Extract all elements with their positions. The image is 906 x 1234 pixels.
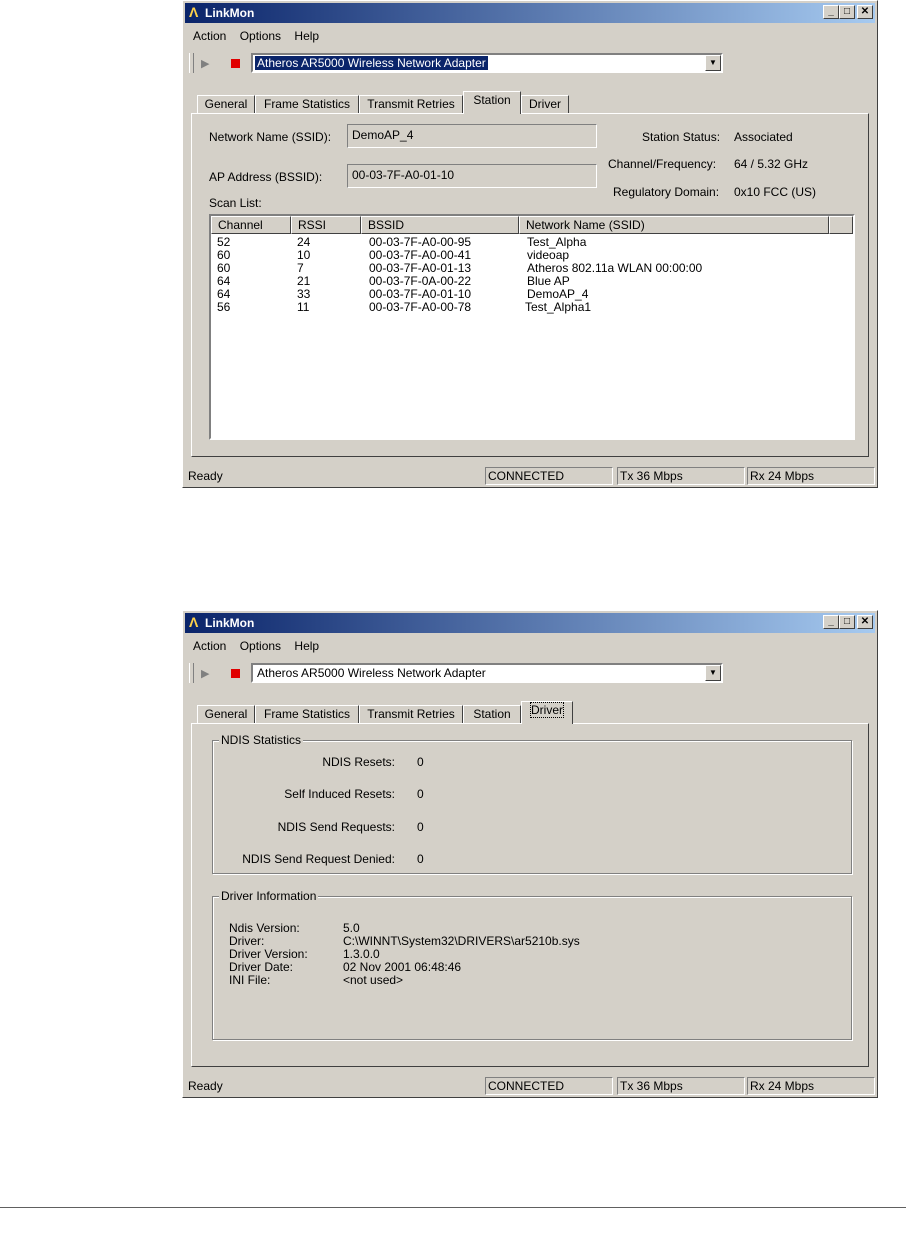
ndis-statistics-group: NDIS Statistics NDIS Resets: 0 Self Indu… xyxy=(212,733,852,874)
driver-label: Driver: xyxy=(229,934,265,948)
app-logo-icon: Λ xyxy=(189,4,199,20)
ndis-version-label: Ndis Version: xyxy=(229,921,300,935)
adapter-select[interactable]: Atheros AR5000 Wireless Network Adapter … xyxy=(251,53,723,73)
page-divider xyxy=(0,1207,906,1208)
chevron-down-icon[interactable]: ▼ xyxy=(705,55,721,71)
minimize-button[interactable]: _ xyxy=(823,5,839,19)
ini-file-value: <not used> xyxy=(343,973,404,987)
tab-general[interactable]: General xyxy=(197,95,255,113)
driver-value: C:\WINNT\System32\DRIVERS\ar5210b.sys xyxy=(343,934,580,948)
scan-list-label: Scan List: xyxy=(209,196,262,210)
start-button[interactable]: ▶ xyxy=(201,57,209,70)
linkmon-window-driver: Λ LinkMon _ □ ✕ Action Options Help ▶ Athe… xyxy=(182,610,878,1098)
tx-rate: Tx 36 Mbps xyxy=(617,1077,745,1095)
status-bar: Ready CONNECTED Tx 36 Mbps Rx 24 Mbps xyxy=(185,465,875,485)
station-panel: Network Name (SSID): DemoAP_4 AP Address… xyxy=(191,113,869,457)
ndis-send-requests-label: NDIS Send Requests: xyxy=(277,820,395,834)
ssid-field: DemoAP_4 xyxy=(347,124,597,148)
connection-status: CONNECTED xyxy=(485,1077,613,1095)
rx-rate: Rx 24 Mbps xyxy=(747,467,875,485)
adapter-select-value: Atheros AR5000 Wireless Network Adapter xyxy=(255,56,488,70)
window-title: LinkMon xyxy=(205,6,255,20)
menu-help[interactable]: Help xyxy=(294,29,319,43)
column-header-network-name[interactable]: Network Name (SSID) xyxy=(519,216,829,234)
bssid-label: AP Address (BSSID): xyxy=(209,170,323,184)
menu-options[interactable]: Options xyxy=(240,639,281,653)
rx-rate: Rx 24 Mbps xyxy=(747,1077,875,1095)
driver-panel: NDIS Statistics NDIS Resets: 0 Self Indu… xyxy=(191,723,869,1067)
window-title: LinkMon xyxy=(205,616,255,630)
toolbar-grip[interactable] xyxy=(189,53,194,73)
driver-date-value: 02 Nov 2001 06:48:46 xyxy=(343,960,462,974)
tab-frame-statistics[interactable]: Frame Statistics xyxy=(255,705,359,723)
status-text: Ready xyxy=(188,469,223,483)
close-button[interactable]: ✕ xyxy=(857,615,873,629)
regulatory-domain-label: Regulatory Domain: xyxy=(613,185,720,199)
menu-options[interactable]: Options xyxy=(240,29,281,43)
status-bar: Ready CONNECTED Tx 36 Mbps Rx 24 Mbps xyxy=(185,1075,875,1095)
tab-transmit-retries[interactable]: Transmit Retries xyxy=(359,705,463,723)
driver-version-label: Driver Version: xyxy=(229,947,308,961)
menu-bar: Action Options Help xyxy=(193,29,329,43)
app-logo-icon: Λ xyxy=(189,614,199,630)
linkmon-window-station: Λ LinkMon _ □ ✕ Action Options Help ▶ Athe… xyxy=(182,0,878,488)
title-bar[interactable]: Λ LinkMon _ □ ✕ xyxy=(185,3,875,23)
ndis-send-request-denied-label: NDIS Send Request Denied: xyxy=(242,852,395,866)
menu-bar: Action Options Help xyxy=(193,639,329,653)
self-induced-resets-label: Self Induced Resets: xyxy=(284,787,395,801)
list-item[interactable]: 56 11 00-03-7F-A0-00-78 Test_Alpha1 xyxy=(211,301,851,314)
start-button[interactable]: ▶ xyxy=(201,667,209,680)
menu-help[interactable]: Help xyxy=(294,639,319,653)
ssid-label: Network Name (SSID): xyxy=(209,130,332,144)
stop-button[interactable] xyxy=(231,59,240,68)
adapter-select-value: Atheros AR5000 Wireless Network Adapter xyxy=(257,666,486,680)
menu-action[interactable]: Action xyxy=(193,639,226,653)
driver-information-group: Driver Information Ndis Version: 5.0 Dri… xyxy=(212,889,852,1040)
ndis-version-value: 5.0 xyxy=(343,921,360,935)
ndis-statistics-title: NDIS Statistics xyxy=(219,733,304,747)
toolbar-grip[interactable] xyxy=(189,663,194,683)
column-header-bssid[interactable]: BSSID xyxy=(361,216,519,234)
column-header-channel[interactable]: Channel xyxy=(211,216,291,234)
ndis-resets-value: 0 xyxy=(417,755,424,769)
tab-driver[interactable]: Driver xyxy=(521,701,573,724)
maximize-button[interactable]: □ xyxy=(839,5,855,19)
toolbar: ▶ Atheros AR5000 Wireless Network Adapte… xyxy=(189,51,871,77)
ndis-resets-label: NDIS Resets: xyxy=(322,755,395,769)
connection-status: CONNECTED xyxy=(485,467,613,485)
close-button[interactable]: ✕ xyxy=(857,5,873,19)
status-text: Ready xyxy=(188,1079,223,1093)
tab-transmit-retries[interactable]: Transmit Retries xyxy=(359,95,463,113)
maximize-button[interactable]: □ xyxy=(839,615,855,629)
tab-station[interactable]: Station xyxy=(463,91,521,114)
station-status-label: Station Status: xyxy=(642,130,721,144)
ndis-send-requests-value: 0 xyxy=(417,820,424,834)
station-status-value: Associated xyxy=(734,130,793,144)
column-header-filler xyxy=(829,216,853,234)
menu-action[interactable]: Action xyxy=(193,29,226,43)
column-header-rssi[interactable]: RSSI xyxy=(291,216,361,234)
ini-file-label: INI File: xyxy=(229,973,271,987)
tab-driver[interactable]: Driver xyxy=(521,95,569,113)
scan-list[interactable]: Channel RSSI BSSID Network Name (SSID) 5… xyxy=(209,214,855,440)
title-bar[interactable]: Λ LinkMon _ □ ✕ xyxy=(185,613,875,633)
tab-general[interactable]: General xyxy=(197,705,255,723)
ndis-send-request-denied-value: 0 xyxy=(417,852,424,866)
bssid-field: 00-03-7F-A0-01-10 xyxy=(347,164,597,188)
tx-rate: Tx 36 Mbps xyxy=(617,467,745,485)
adapter-select[interactable]: Atheros AR5000 Wireless Network Adapter … xyxy=(251,663,723,683)
channel-frequency-value: 64 / 5.32 GHz xyxy=(734,157,809,171)
minimize-button[interactable]: _ xyxy=(823,615,839,629)
regulatory-domain-value: 0x10 FCC (US) xyxy=(734,185,817,199)
driver-version-value: 1.3.0.0 xyxy=(343,947,380,961)
toolbar: ▶ Atheros AR5000 Wireless Network Adapte… xyxy=(189,661,871,687)
self-induced-resets-value: 0 xyxy=(417,787,424,801)
chevron-down-icon[interactable]: ▼ xyxy=(705,665,721,681)
tab-frame-statistics[interactable]: Frame Statistics xyxy=(255,95,359,113)
stop-button[interactable] xyxy=(231,669,240,678)
driver-information-title: Driver Information xyxy=(219,889,319,903)
tab-station[interactable]: Station xyxy=(463,705,521,723)
driver-date-label: Driver Date: xyxy=(229,960,294,974)
channel-frequency-label: Channel/Frequency: xyxy=(608,157,717,171)
